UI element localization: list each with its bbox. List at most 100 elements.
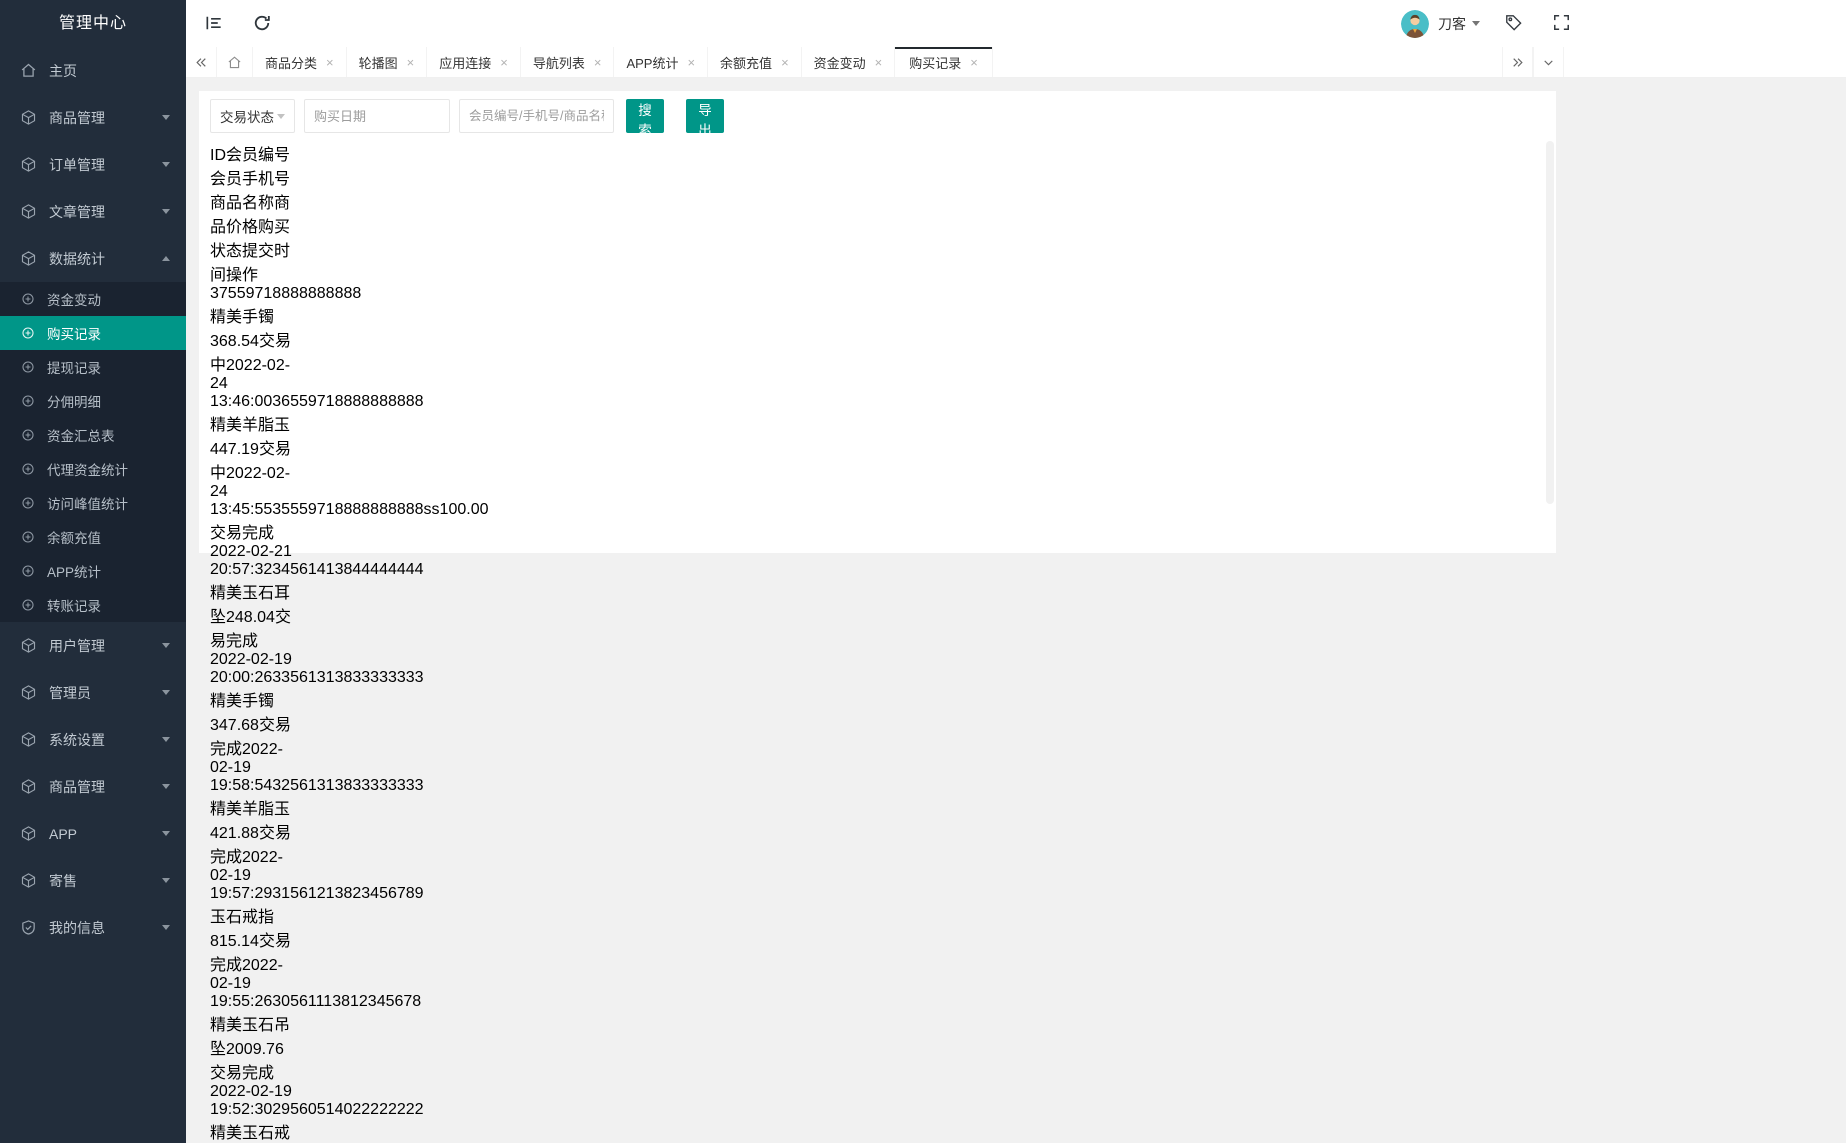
tag-icon[interactable] [1504, 13, 1526, 35]
sidebar-subitem-资金变动[interactable]: 资金变动 [0, 282, 186, 316]
chevron-down-icon [277, 113, 285, 119]
circle-plus-icon [21, 462, 35, 476]
sidebar-subitem-资金汇总表[interactable]: 资金汇总表 [0, 418, 186, 452]
avatar[interactable] [1401, 9, 1429, 38]
sidebar-subitem-label: APP统计 [47, 565, 102, 580]
sidebar-submenu: 资金变动购买记录 提现记录 分佣明细资金汇总表代理资金统计访问峰值统计 余额充值 APP… [0, 282, 186, 622]
sidebar-subitem-分佣明细[interactable]: 分佣明细 [0, 384, 186, 418]
close-icon[interactable]: × [500, 56, 508, 69]
sidebar-item-label: 商品管理 [49, 109, 105, 126]
chevron-down-icon [162, 115, 170, 120]
sidebar: 管理中心 主页 商品管理 订单管理 文章管理 数据统计 资金变动 购买记录 提现记录 分佣明细资… [0, 0, 186, 1143]
tab-应用连接[interactable]: 应用连接 × [427, 47, 521, 77]
trade-status-select[interactable]: 交易状态 [210, 99, 295, 133]
sidebar-item-label: APP [49, 825, 78, 842]
tabs-menu-icon[interactable] [1533, 47, 1564, 77]
cube-icon [20, 203, 37, 220]
sidebar-item-label: 文章管理 [49, 203, 105, 220]
sidebar-item-主页[interactable]: 主页 [0, 47, 186, 94]
records-table: ID会员编号会员手机号商品名称商品价格购买状态提交时间操作 3755971888… [210, 141, 1542, 1143]
tab-label: 购买记录 [909, 55, 962, 71]
sidebar-subitem-APP统计[interactable]: APP统计 [0, 554, 186, 588]
table-body: 37559718888888888精美手镯368.54交易中2022-02-24… [210, 285, 489, 1142]
export-button[interactable]: 导出 [686, 99, 724, 138]
close-icon[interactable]: × [687, 56, 695, 69]
sidebar-item-APP[interactable]: APP [0, 810, 186, 857]
tab-导航列表[interactable]: 导航列表 × [520, 47, 615, 77]
cube-icon [20, 637, 37, 654]
sidebar-subitem-转账记录[interactable]: 转账记录 [0, 588, 186, 622]
sidebar-item-label: 订单管理 [49, 156, 105, 173]
chevron-down-icon [162, 643, 170, 648]
sidebar-item-寄售[interactable]: 寄售 [0, 857, 186, 904]
table-header-row: ID会员编号会员手机号商品名称商品价格购买状态提交时间操作 [210, 147, 291, 284]
tabs-scroll-right-icon[interactable] [1502, 47, 1533, 77]
sidebar-subitem-提现记录[interactable]: 提现记录 [0, 350, 186, 384]
sidebar-subitem-代理资金统计[interactable]: 代理资金统计 [0, 452, 186, 486]
user-name[interactable]: 刀客 [1438, 14, 1466, 34]
refresh-icon[interactable] [252, 13, 274, 35]
topbar: 刀客 [186, 0, 1846, 47]
close-icon[interactable]: × [407, 56, 415, 69]
trade-status-select-label: 交易状态 [220, 110, 274, 125]
circle-plus-icon [21, 326, 35, 340]
sidebar-item-商品管理[interactable]: 商品管理 [0, 94, 186, 141]
circle-plus-icon [21, 428, 35, 442]
sidebar-subitem-购买记录[interactable]: 购买记录 [0, 316, 186, 350]
sidebar-nav: 主页 商品管理 订单管理 文章管理 数据统计 资金变动 购买记录 提现记录 分佣明细 资金汇总表代… [0, 47, 186, 951]
tab-资金变动[interactable]: 资金变动 × [801, 47, 896, 77]
filter-bar: 交易状态 搜索 导出 [199, 91, 1556, 138]
home-icon [227, 55, 242, 70]
search-button[interactable]: 搜索 [626, 99, 664, 138]
tabbar: 商品分类 × 轮播图 × 应用连接 × 导航列表 × APP统计 × 余额充值 × 资金变动 × 购买记录 × [186, 47, 1846, 78]
sidebar-item-数据统计[interactable]: 数据统计 [0, 235, 186, 282]
cube-icon [20, 684, 37, 701]
tab-home[interactable] [217, 47, 253, 77]
chevron-down-icon [162, 878, 170, 883]
cube-icon [20, 731, 37, 748]
table-scrollbar[interactable] [1546, 141, 1554, 504]
tab-余额充值[interactable]: 余额充值 × [708, 47, 802, 77]
cube-icon [20, 872, 37, 889]
close-icon[interactable]: × [781, 56, 789, 69]
tabs-scroll-left-icon[interactable] [186, 47, 217, 77]
keyword-search-input[interactable] [459, 99, 614, 133]
chevron-down-icon [162, 737, 170, 742]
chevron-down-icon [162, 784, 170, 789]
cube-icon [20, 250, 37, 267]
sidebar-toggle-icon[interactable] [204, 13, 226, 35]
chevron-down-icon [162, 209, 170, 214]
sidebar-item-文章管理[interactable]: 文章管理 [0, 188, 186, 235]
admin-app: 管理中心 主页 商品管理 订单管理 文章管理 数据统计 资金变动 购买记录 提现记录 分佣明细资… [0, 0, 1846, 1143]
fullscreen-icon[interactable] [1552, 13, 1574, 35]
close-icon[interactable]: × [594, 56, 602, 69]
cube-icon [20, 778, 37, 795]
sidebar-item-我的信息[interactable]: 我的信息 [0, 904, 186, 951]
tabs-container: 商品分类 × 轮播图 × 应用连接 × 导航列表 × APP统计 × 余额充值 × 资金变动 × 购买记录 × [217, 47, 993, 77]
purchase-date-input[interactable] [304, 99, 450, 133]
sidebar-subitem-label: 资金变动 [47, 293, 101, 308]
tab-购买记录[interactable]: 购买记录 × [895, 47, 993, 77]
close-icon[interactable]: × [875, 56, 883, 69]
sidebar-item-系统设置[interactable]: 系统设置 [0, 716, 186, 763]
close-icon[interactable]: × [970, 56, 978, 69]
tab-商品分类[interactable]: 商品分类 × [253, 47, 347, 77]
sidebar-subitem-label: 代理资金统计 [47, 463, 128, 478]
sidebar-item-商品管理[interactable]: 商品管理 [0, 763, 186, 810]
chevron-down-icon [162, 690, 170, 695]
shield-icon [20, 919, 37, 936]
tab-label: 导航列表 [532, 55, 585, 71]
sidebar-subitem-余额充值[interactable]: 余额充值 [0, 520, 186, 554]
close-icon[interactable]: × [326, 56, 334, 69]
sidebar-subitem-label: 资金汇总表 [47, 429, 115, 444]
sidebar-item-管理员[interactable]: 管理员 [0, 669, 186, 716]
tab-轮播图[interactable]: 轮播图 × [346, 47, 428, 77]
chevron-up-icon [162, 256, 170, 261]
tab-APP统计[interactable]: APP统计 × [614, 47, 709, 77]
sidebar-item-用户管理[interactable]: 用户管理 [0, 622, 186, 669]
sidebar-item-label: 主页 [49, 62, 77, 79]
sidebar-item-订单管理[interactable]: 订单管理 [0, 141, 186, 188]
tab-label: 商品分类 [265, 55, 318, 71]
sidebar-subitem-访问峰值统计[interactable]: 访问峰值统计 [0, 486, 186, 520]
tab-label: 余额充值 [720, 55, 773, 71]
